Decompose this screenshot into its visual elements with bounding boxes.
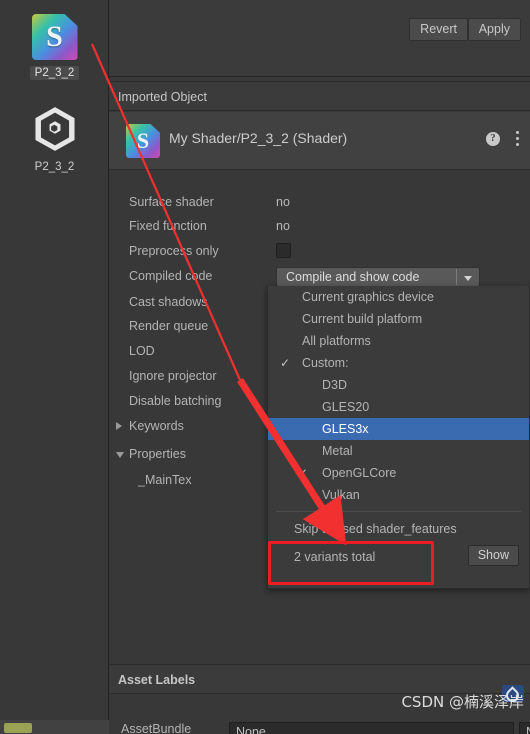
- menu-item-custom[interactable]: ✓ Custom:: [268, 352, 529, 374]
- row-preprocess-only: Preprocess only: [109, 239, 530, 263]
- chevron-right-icon: [116, 422, 122, 430]
- chevron-down-icon: [464, 276, 472, 281]
- menu-item-label: D3D: [322, 378, 348, 392]
- unity-editor-window: S P2_3_2 P2_3_2 . Revert Apply Imported …: [0, 0, 530, 734]
- property-value: no: [276, 195, 290, 209]
- menu-item-label: OpenGLCore: [322, 466, 397, 480]
- property-value: no: [276, 219, 290, 233]
- menu-item-label: Vulkan: [322, 488, 360, 502]
- menu-item-gles3x[interactable]: GLES3x: [268, 418, 529, 440]
- assetbundle-row: AssetBundle None None: [109, 718, 530, 734]
- assetbundle-variant-field[interactable]: None: [519, 722, 530, 734]
- shader-object-header: S My Shader/P2_3_2 (Shader) ?: [109, 112, 530, 170]
- menu-item-label: Custom:: [302, 356, 349, 370]
- asset-labels-header: Asset Labels: [109, 664, 530, 694]
- property-label: Surface shader: [129, 195, 214, 209]
- row-compiled-code: Compiled code Compile and show code: [109, 264, 530, 288]
- menu-item-gles20[interactable]: GLES20: [268, 396, 529, 418]
- preprocess-only-checkbox[interactable]: [276, 243, 291, 258]
- importer-toolbar: . Revert Apply: [109, 0, 530, 77]
- menu-item-skip-unused-shader-features[interactable]: Skip unused shader_features: [268, 517, 529, 541]
- page-title: My Shader/P2_3_2 (Shader): [169, 130, 348, 146]
- menu-item-current-build-platform[interactable]: Current build platform: [268, 308, 529, 330]
- show-button[interactable]: Show: [467, 545, 519, 566]
- project-item-label: P2_3_2: [29, 66, 80, 80]
- menu-item-openglcore[interactable]: ✓ OpenGLCore: [268, 462, 529, 484]
- row-surface-shader: Surface shader no: [109, 190, 530, 214]
- assetbundle-label: AssetBundle: [121, 722, 192, 734]
- dropdown-separator: [456, 269, 457, 285]
- menu-item-label: All platforms: [302, 334, 371, 348]
- menu-item-label: GLES20: [322, 400, 370, 414]
- variants-total-label: 2 variants total: [294, 550, 376, 564]
- property-label: Ignore projector: [129, 369, 217, 383]
- project-panel: S P2_3_2 P2_3_2: [0, 0, 109, 734]
- checkmark-icon: ✓: [298, 466, 309, 480]
- menu-item-label: Metal: [322, 444, 353, 458]
- property-label: Render queue: [129, 319, 209, 333]
- property-label: _MainTex: [138, 473, 192, 487]
- shader-file-icon: S: [31, 14, 78, 60]
- compiled-code-dropdown-value: Compile and show code: [286, 270, 420, 284]
- project-status-chip: [4, 723, 32, 733]
- menu-variants-row: 2 variants total Show: [268, 541, 529, 573]
- unity-prefab-icon: [34, 107, 75, 151]
- kebab-menu-icon[interactable]: [516, 131, 520, 147]
- property-label: Properties: [129, 447, 186, 461]
- shader-file-icon: S: [126, 124, 160, 158]
- menu-item-d3d[interactable]: D3D: [268, 374, 529, 396]
- menu-item-current-graphics-device[interactable]: Current graphics device: [268, 286, 529, 308]
- row-fixed-function: Fixed function no: [109, 214, 530, 238]
- checkmark-icon: ✓: [280, 356, 291, 370]
- menu-item-label: Current build platform: [302, 312, 423, 326]
- property-label: Cast shadows: [129, 295, 208, 309]
- property-label: LOD: [129, 344, 155, 358]
- property-label: Keywords: [129, 419, 184, 433]
- menu-divider: [276, 511, 521, 512]
- project-item-label: P2_3_2: [34, 161, 75, 173]
- shader-icon-letter: S: [46, 20, 63, 53]
- menu-item-vulkan[interactable]: Vulkan: [268, 484, 529, 506]
- apply-button[interactable]: Apply: [467, 18, 521, 41]
- inspector-panel: . Revert Apply Imported Object S My Shad…: [109, 0, 530, 734]
- revert-button[interactable]: Revert: [409, 18, 468, 41]
- menu-item-all-platforms[interactable]: All platforms: [268, 330, 529, 352]
- menu-item-metal[interactable]: Metal: [268, 440, 529, 462]
- clipped-header-text: .: [374, 0, 377, 2]
- chevron-down-icon: [116, 452, 124, 458]
- property-label: Disable batching: [129, 394, 222, 408]
- project-item-shader[interactable]: S P2_3_2: [0, 14, 109, 80]
- property-label: Fixed function: [129, 219, 207, 233]
- compiled-code-dropdown[interactable]: Compile and show code: [276, 267, 480, 287]
- menu-item-label: Current graphics device: [302, 290, 435, 304]
- shader-icon-letter: S: [136, 128, 150, 153]
- imported-object-header: Imported Object: [109, 81, 530, 111]
- property-label: Compiled code: [129, 269, 213, 283]
- compiled-code-dropdown-menu[interactable]: Current graphics device Current build pl…: [267, 286, 530, 589]
- property-label: Preprocess only: [129, 244, 219, 258]
- watermark-text: CSDN @楠溪泽岸: [401, 693, 524, 711]
- assetbundle-name-field[interactable]: None: [229, 722, 514, 734]
- menu-item-label: Skip unused shader_features: [294, 522, 457, 536]
- project-item-prefab[interactable]: P2_3_2: [0, 104, 109, 174]
- help-icon[interactable]: ?: [486, 132, 500, 146]
- menu-item-label: GLES3x: [322, 422, 369, 436]
